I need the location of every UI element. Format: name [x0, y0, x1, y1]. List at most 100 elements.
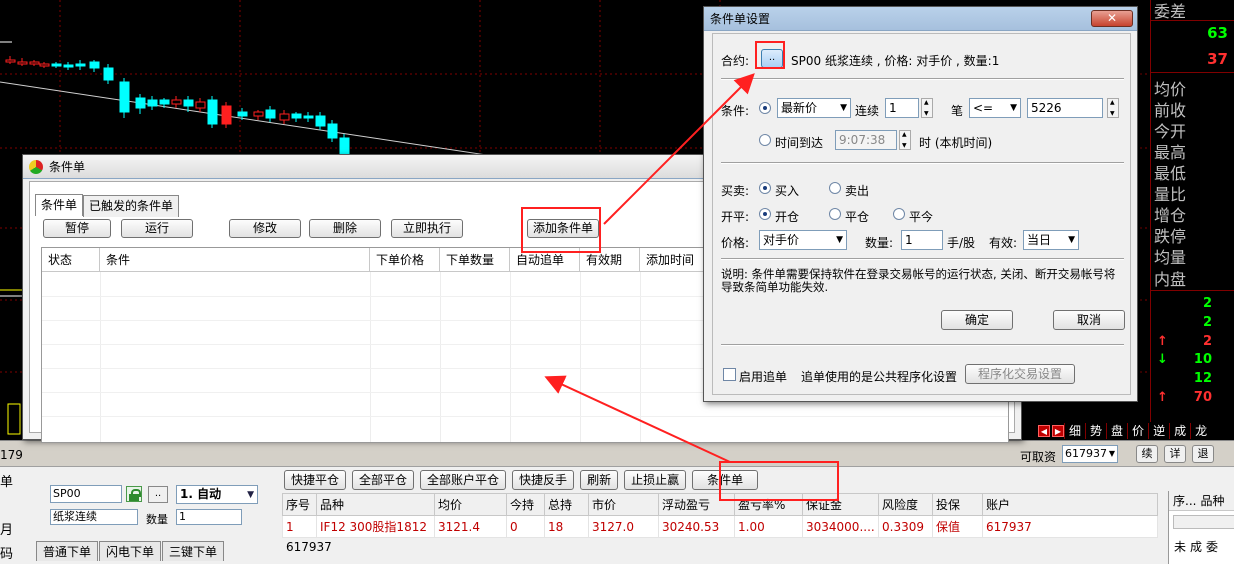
- column-header[interactable]: 总持: [544, 493, 589, 516]
- tab-orders[interactable]: 委: [1204, 538, 1220, 555]
- table-row[interactable]: 1 IF12 300股指1812 3121.4 0 18 3127.0 3024…: [282, 515, 1158, 538]
- conditional-order-settings-dialog: 条件单设置 ✕ 合约: .. SP00 纸浆连续 , 价格: 对手价 , 数量:…: [703, 6, 1138, 402]
- contract-browse-button[interactable]: ..: [761, 49, 783, 68]
- quote-tab[interactable]: 势: [1085, 423, 1106, 439]
- tab-unfilled[interactable]: 未: [1172, 538, 1188, 555]
- trigger-price-stepper[interactable]: [1107, 98, 1119, 118]
- column-header[interactable]: 条件: [100, 248, 370, 272]
- price-type-select[interactable]: 最新价: [777, 98, 851, 118]
- arrow-left-icon[interactable]: ◀: [1038, 425, 1050, 437]
- time-input[interactable]: 9:07:38: [835, 130, 897, 150]
- tab-normal-order[interactable]: 普通下单: [36, 541, 99, 561]
- column-header[interactable]: 投保: [932, 493, 983, 516]
- programmatic-trading-settings-button[interactable]: 程序化交易设置: [965, 364, 1075, 384]
- column-header[interactable]: 品种: [316, 493, 435, 516]
- stop-loss-profit-button[interactable]: 止损止赢: [624, 470, 687, 490]
- table-cell: 3121.4: [434, 515, 507, 538]
- quantity-input[interactable]: 1: [176, 509, 242, 525]
- time-stepper[interactable]: [899, 130, 911, 150]
- account-select[interactable]: 617937: [1062, 445, 1118, 463]
- quote-tab[interactable]: 细: [1064, 423, 1085, 439]
- column-header[interactable]: 浮动盈亏: [658, 493, 735, 516]
- available-funds-label: 可取资: [1020, 450, 1057, 464]
- price-label: 价格:: [721, 236, 750, 250]
- column-header[interactable]: 自动追单: [510, 248, 580, 272]
- conditional-order-button[interactable]: 条件单: [692, 470, 759, 490]
- column-header[interactable]: 盈亏率%: [734, 493, 803, 516]
- lock-icon[interactable]: [126, 486, 142, 502]
- quote-value-a: 63: [1207, 24, 1228, 42]
- tab-three-key-order[interactable]: 三键下单: [162, 541, 225, 561]
- quote-tab[interactable]: 成: [1169, 423, 1190, 439]
- add-conditional-order-button[interactable]: 添加条件单: [527, 219, 599, 238]
- quote-tab[interactable]: 价: [1127, 423, 1148, 439]
- candle-body: [135, 97, 146, 109]
- close-today-radio[interactable]: [893, 208, 905, 220]
- open-radio[interactable]: [759, 208, 771, 220]
- consecutive-stepper[interactable]: [921, 98, 933, 118]
- order-price-select[interactable]: 对手价: [759, 230, 847, 250]
- close-all-accounts-button[interactable]: 全部账户平仓: [420, 470, 507, 490]
- column-header[interactable]: 序号: [282, 493, 317, 516]
- tab-triggered-orders[interactable]: 已触发的条件单: [83, 195, 180, 217]
- tab-conditional-orders[interactable]: 条件单: [35, 194, 84, 216]
- quick-close-button[interactable]: 快捷平仓: [284, 470, 347, 490]
- column-header[interactable]: 账户: [982, 493, 1158, 516]
- tab-flash-order[interactable]: 闪电下单: [99, 541, 162, 561]
- pause-button[interactable]: 暂停: [43, 219, 111, 238]
- order-mode-select[interactable]: 1. 自动: [176, 485, 258, 504]
- column-header[interactable]: 今持: [506, 493, 545, 516]
- operator-select[interactable]: <=: [969, 98, 1021, 118]
- edit-button[interactable]: 修改: [229, 219, 301, 238]
- cancel-button[interactable]: 取消: [1053, 310, 1125, 330]
- details-button[interactable]: 详: [1164, 445, 1186, 463]
- quote-tab[interactable]: 龙: [1190, 423, 1211, 439]
- close-all-button[interactable]: 全部平仓: [352, 470, 415, 490]
- arrow-right-icon[interactable]: ▶: [1052, 425, 1064, 437]
- column-header[interactable]: 品种: [1196, 491, 1224, 510]
- orders-tabs: 未 成 委: [1172, 538, 1220, 555]
- horizontal-scrollbar[interactable]: [1173, 515, 1234, 529]
- quote-tab[interactable]: 盘: [1106, 423, 1127, 439]
- order-qty-input[interactable]: 1: [901, 230, 943, 250]
- refresh-button[interactable]: 刷新: [580, 470, 619, 490]
- continue-button[interactable]: 续: [1136, 445, 1158, 463]
- quote-tab[interactable]: 逆: [1148, 423, 1169, 439]
- run-button[interactable]: 运行: [121, 219, 193, 238]
- buy-radio[interactable]: [759, 182, 771, 194]
- dialog-title-bar[interactable]: 条件单设置: [704, 7, 1137, 31]
- column-header[interactable]: 市价: [588, 493, 659, 516]
- tab-filled[interactable]: 成: [1188, 538, 1204, 555]
- ok-button[interactable]: 确定: [941, 310, 1013, 330]
- condition-time-radio[interactable]: [759, 134, 771, 146]
- trigger-price-input[interactable]: 5226: [1027, 98, 1103, 118]
- close-icon[interactable]: ✕: [1091, 10, 1133, 27]
- validity-select[interactable]: 当日: [1023, 230, 1079, 250]
- sell-radio[interactable]: [829, 182, 841, 194]
- candle-body: [17, 61, 28, 65]
- table-cell: 3127.0: [588, 515, 659, 538]
- column-header[interactable]: 均价: [434, 493, 507, 516]
- execute-now-button[interactable]: 立即执行: [391, 219, 463, 238]
- consecutive-input[interactable]: 1: [885, 98, 919, 118]
- side-label: 码: [0, 547, 14, 562]
- column-header[interactable]: 状态: [42, 248, 100, 272]
- quick-reverse-button[interactable]: 快捷反手: [512, 470, 575, 490]
- contract-browse-button[interactable]: ..: [148, 486, 168, 503]
- tick-value: 70: [1193, 390, 1212, 405]
- candle-body: [119, 81, 130, 113]
- column-header[interactable]: 下单价格: [370, 248, 440, 272]
- column-header[interactable]: 序...: [1169, 491, 1196, 510]
- candle-body: [5, 59, 16, 63]
- chase-note: 追单使用的是公共程序化设置: [801, 370, 958, 384]
- column-header[interactable]: 下单数量: [440, 248, 510, 272]
- contract-code-input[interactable]: SP00: [50, 485, 122, 503]
- column-header[interactable]: 风险度: [878, 493, 933, 516]
- enable-chase-checkbox[interactable]: [723, 368, 736, 381]
- column-header[interactable]: 有效期: [580, 248, 640, 272]
- exit-button[interactable]: 退: [1192, 445, 1214, 463]
- condition-price-radio[interactable]: [759, 102, 771, 114]
- close-radio[interactable]: [829, 208, 841, 220]
- delete-button[interactable]: 删除: [309, 219, 381, 238]
- column-header[interactable]: 保证金: [802, 493, 879, 516]
